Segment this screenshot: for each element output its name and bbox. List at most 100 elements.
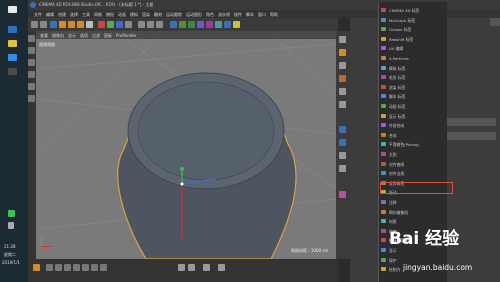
- menu-motion-tracking[interactable]: 运动跟踪: [166, 12, 182, 17]
- menu-sculpt[interactable]: 雕刻: [154, 12, 162, 17]
- recent-tool-icon[interactable]: [86, 21, 93, 28]
- context-menu-item[interactable]: Octane 标签: [381, 27, 411, 32]
- menu-help[interactable]: 帮助: [270, 12, 278, 17]
- coordinate-system-icon[interactable]: [125, 21, 132, 28]
- context-menu-item[interactable]: 显示 标签: [381, 113, 405, 119]
- menu-create[interactable]: 创建: [58, 12, 66, 17]
- goto-end-icon[interactable]: [100, 264, 107, 271]
- texture-mode-icon[interactable]: [28, 59, 35, 66]
- record-key-icon[interactable]: [33, 264, 40, 271]
- motion-clip-icon[interactable]: [203, 264, 210, 271]
- next-key-icon[interactable]: [91, 264, 98, 271]
- context-menu-item[interactable]: 注释: [381, 200, 397, 205]
- floor-icon[interactable]: [215, 21, 222, 28]
- perspective-viewport[interactable]: 查看 摄像机 显示 选项 过滤 面板 ProRender 透视视图 网格间距 :…: [36, 31, 336, 259]
- vp-menu-prorender[interactable]: ProRender: [116, 33, 137, 38]
- context-menu-item[interactable]: 太阳: [381, 152, 397, 157]
- subdivision-icon[interactable]: [188, 21, 195, 28]
- context-menu-item[interactable]: 对齐法线: [381, 171, 404, 176]
- context-menu-item[interactable]: 平滑着色(Phong): [381, 142, 419, 147]
- volume-icon[interactable]: [8, 222, 14, 229]
- start-icon[interactable]: [8, 6, 17, 13]
- menu-mesh[interactable]: 网格: [94, 12, 102, 17]
- menu-file[interactable]: 文件: [34, 12, 42, 17]
- context-menu-item[interactable]: X-Particles: [381, 56, 409, 61]
- cube-icon[interactable]: [170, 21, 177, 28]
- context-menu-item[interactable]: UV 编辑: [381, 46, 403, 51]
- context-menu-item[interactable]: 对齐曲线: [381, 161, 404, 167]
- make-editable-icon[interactable]: [28, 35, 35, 42]
- points-mode-icon[interactable]: [28, 71, 35, 78]
- move-icon[interactable]: [59, 21, 66, 28]
- panel-icon-6[interactable]: [339, 101, 346, 108]
- context-menu-item[interactable]: 脚本 标签: [381, 94, 405, 99]
- pen-icon[interactable]: [179, 21, 186, 28]
- vp-menu-panel[interactable]: 面板: [104, 33, 112, 38]
- keyframe-icon[interactable]: [178, 264, 185, 271]
- menu-tools[interactable]: 工具: [82, 12, 90, 17]
- redo-icon[interactable]: [40, 21, 47, 28]
- menu-plugins[interactable]: 插件: [234, 12, 242, 17]
- panel-icon-1[interactable]: [339, 36, 346, 43]
- taskbar-app-icon[interactable]: [8, 26, 17, 33]
- context-menu-item[interactable]: 外部合成: [381, 123, 404, 128]
- cinema4d-icon[interactable]: [8, 68, 17, 75]
- panel-icon-10[interactable]: [339, 165, 346, 172]
- context-menu-item[interactable]: MoGraph 标签: [381, 17, 415, 23]
- vp-menu-filter[interactable]: 过滤: [92, 33, 100, 38]
- panel-icon-2[interactable]: [339, 49, 346, 56]
- panel-icon-8[interactable]: [339, 139, 346, 146]
- context-menu-item[interactable]: 朝向摄像机: [381, 209, 408, 215]
- vp-menu-cameras[interactable]: 摄像机: [52, 33, 64, 38]
- scale-icon[interactable]: [68, 21, 75, 28]
- context-menu-item[interactable]: Redshift 标签: [381, 36, 413, 42]
- play-icon[interactable]: [73, 264, 80, 271]
- autokey-icon[interactable]: [188, 264, 195, 271]
- z-axis-icon[interactable]: [116, 21, 123, 28]
- panel-icon-11[interactable]: [339, 191, 346, 198]
- attribute-field[interactable]: [446, 118, 496, 126]
- vp-menu-display[interactable]: 显示: [68, 33, 76, 38]
- menu-snap[interactable]: 捕捉: [106, 12, 114, 17]
- axis-y-tip[interactable]: [180, 167, 184, 171]
- menu-character[interactable]: 角色: [206, 12, 214, 17]
- array-icon[interactable]: [197, 21, 204, 28]
- context-menu-item[interactable]: 模拟 标签: [381, 65, 405, 71]
- light-icon[interactable]: [233, 21, 240, 28]
- context-menu-item[interactable]: 渲染 标签: [381, 84, 405, 90]
- prev-frame-icon[interactable]: [64, 264, 71, 271]
- context-menu-item[interactable]: 毛发 标签: [381, 75, 405, 80]
- y-axis-icon[interactable]: [107, 21, 114, 28]
- panel-icon-9[interactable]: [339, 152, 346, 159]
- context-menu-item[interactable]: 动画 标签: [381, 104, 405, 109]
- live-select-icon[interactable]: [50, 21, 57, 28]
- menu-window[interactable]: 窗口: [258, 12, 266, 17]
- browser-icon[interactable]: [8, 54, 17, 61]
- prev-key-icon[interactable]: [55, 264, 62, 271]
- menu-edit[interactable]: 编辑: [46, 12, 54, 17]
- deformer-icon[interactable]: [206, 21, 213, 28]
- rotate-icon[interactable]: [77, 21, 84, 28]
- camera-icon[interactable]: [224, 21, 231, 28]
- context-menu-item[interactable]: CINEMA 4D 标签: [381, 8, 419, 13]
- close-icon[interactable]: [490, 18, 500, 26]
- goto-start-icon[interactable]: [46, 264, 53, 271]
- menu-script[interactable]: 脚本: [246, 12, 254, 17]
- vp-menu-view[interactable]: 查看: [40, 33, 48, 38]
- menu-select[interactable]: 选择: [70, 12, 78, 17]
- menu-simulate[interactable]: 模拟: [130, 12, 138, 17]
- model-mode-icon[interactable]: [28, 47, 35, 54]
- vp-menu-options[interactable]: 选项: [80, 33, 88, 38]
- timeline-options-icon[interactable]: [218, 264, 225, 271]
- render-picture-viewer-icon[interactable]: [147, 21, 154, 28]
- next-frame-icon[interactable]: [82, 264, 89, 271]
- panel-icon-4[interactable]: [339, 75, 346, 82]
- undo-icon[interactable]: [31, 21, 38, 28]
- polygons-mode-icon[interactable]: [28, 95, 35, 102]
- panel-icon-7[interactable]: [339, 126, 346, 133]
- menu-pipeline[interactable]: 流水线: [218, 12, 230, 17]
- render-view-icon[interactable]: [138, 21, 145, 28]
- menu-render[interactable]: 渲染: [142, 12, 150, 17]
- attribute-field[interactable]: [446, 132, 496, 140]
- panel-icon-5[interactable]: [339, 88, 346, 95]
